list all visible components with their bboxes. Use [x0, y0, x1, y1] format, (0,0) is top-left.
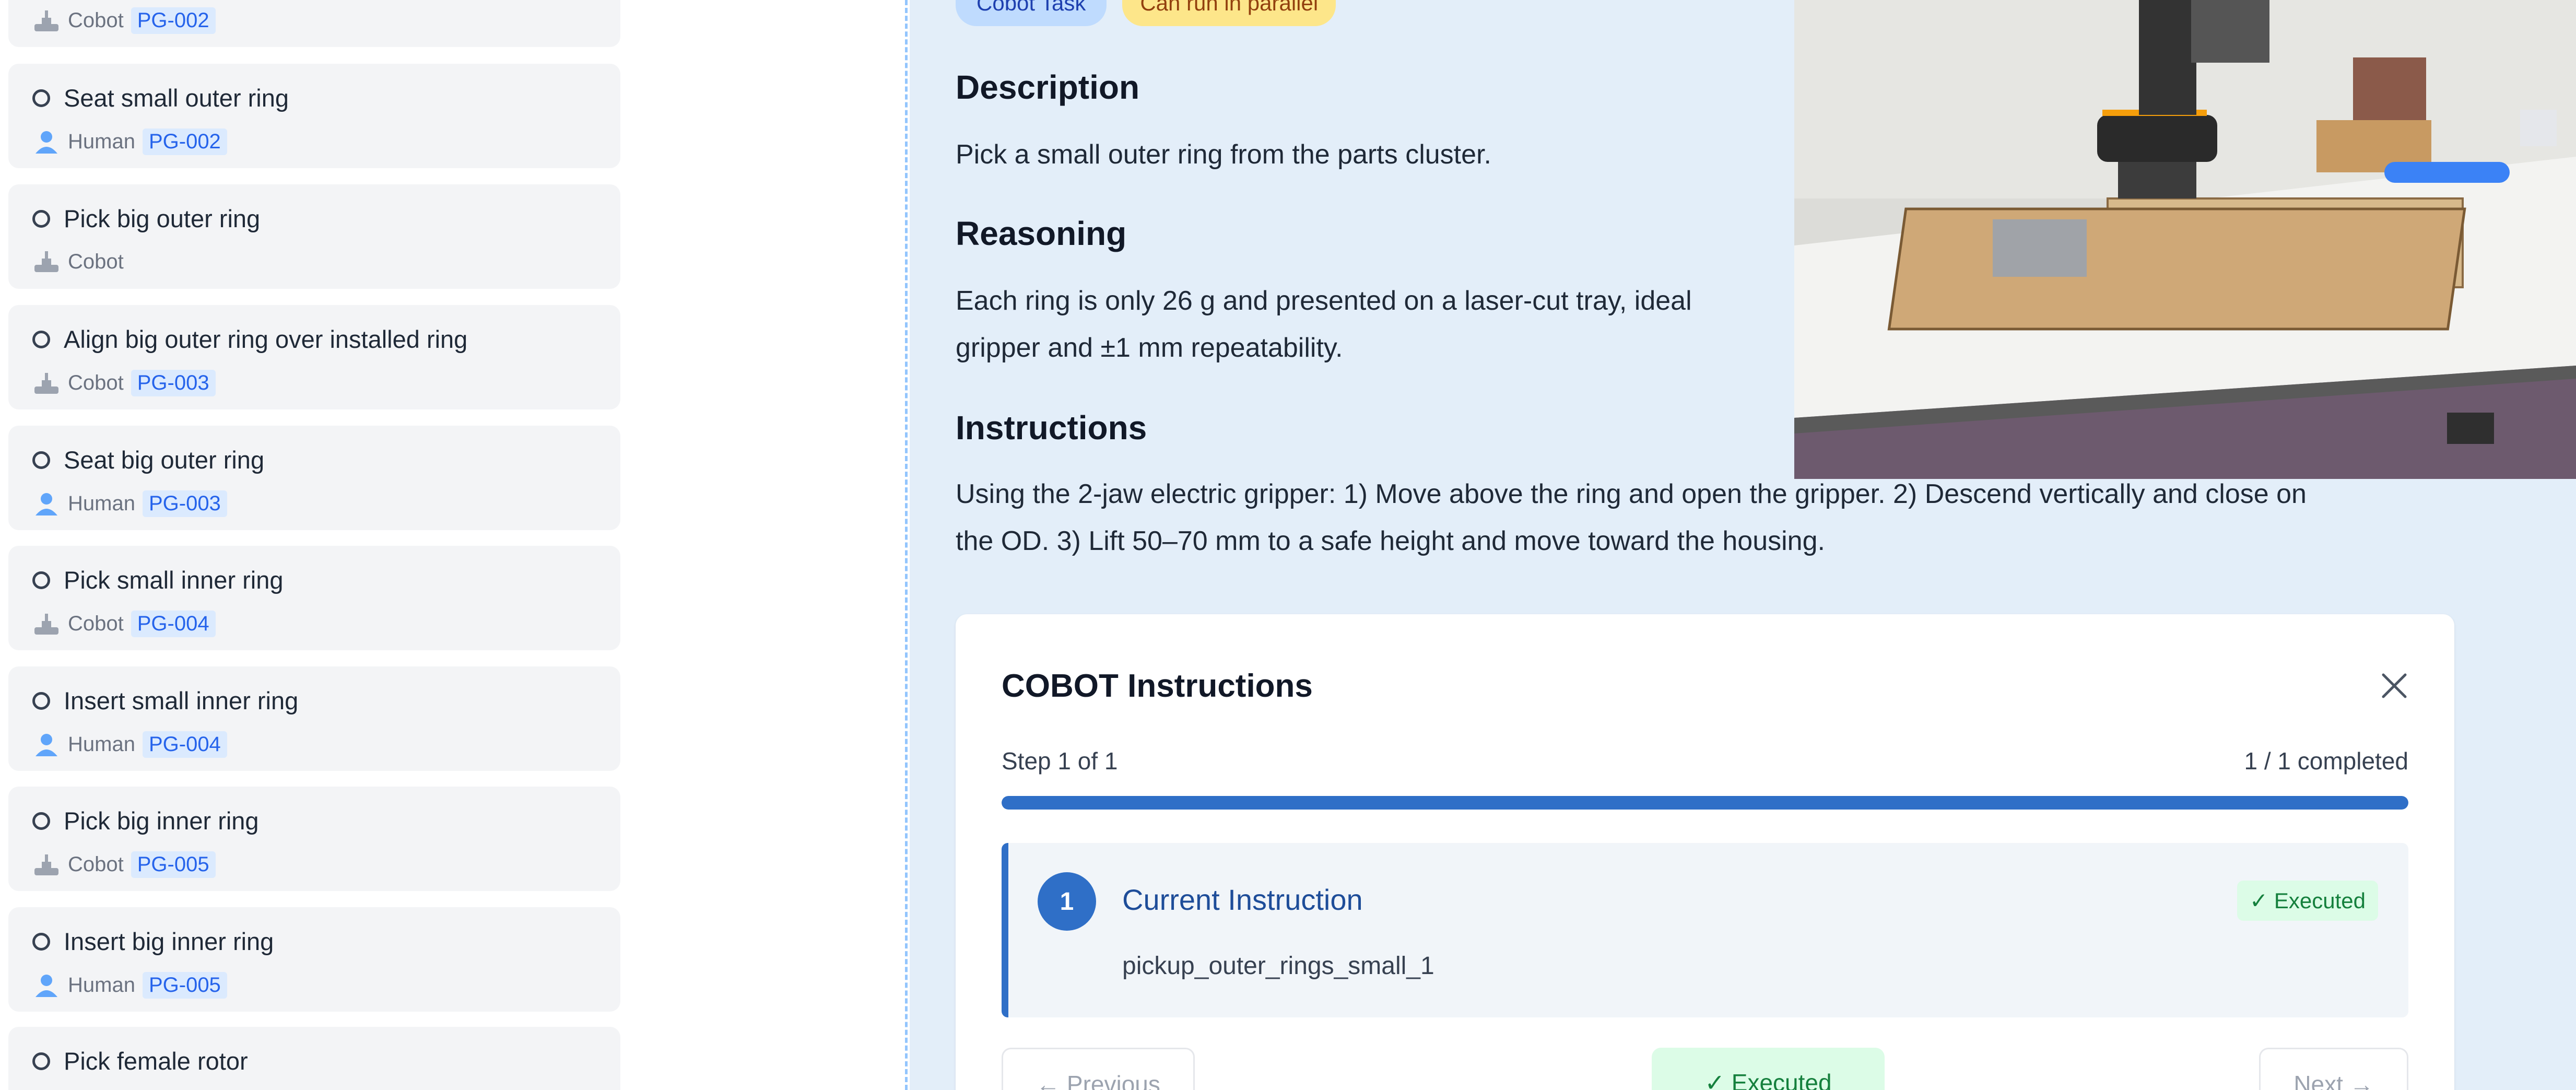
circle-status-icon [32, 451, 50, 469]
task-card[interactable]: Pick big outer ring Cobot [8, 184, 620, 289]
cobot-task-badge: Cobot Task [956, 0, 1107, 26]
executed-button[interactable]: ✓ Executed [1652, 1048, 1885, 1090]
task-role: Human [68, 733, 135, 756]
executed-status-badge: ✓ Executed [2237, 881, 2378, 921]
task-card[interactable]: Seat big outer ring Human PG-003 [8, 426, 620, 530]
task-meta: Cobot PG-002 [32, 7, 216, 34]
task-card[interactable]: Pick small inner ring Cobot PG-004 [8, 546, 620, 650]
cobot-icon [34, 251, 58, 272]
task-card[interactable]: Insert big inner ring Human PG-005 [8, 907, 620, 1012]
task-sidebar: Cobot PG-002 Seat small outer ring Human… [0, 0, 650, 1090]
task-role: Cobot [68, 853, 124, 876]
task-title: Seat small outer ring [64, 84, 289, 112]
step-counter: Step 1 of 1 [1002, 747, 1118, 775]
task-card[interactable]: Pick female rotor [8, 1027, 620, 1090]
task-title: Pick female rotor [64, 1047, 248, 1075]
task-card[interactable]: Align big outer ring over installed ring… [8, 305, 620, 409]
parallel-badge: Can run in parallel [1122, 0, 1336, 26]
reasoning-text-line1: Each ring is only 26 g and presented on … [956, 286, 1692, 316]
instructions-text-line2: the OD. 3) Lift 50–70 mm to a safe heigh… [956, 526, 1825, 556]
close-icon[interactable] [2380, 672, 2408, 700]
circle-status-icon [32, 330, 50, 348]
task-card[interactable]: Seat small outer ring Human PG-002 [8, 64, 620, 168]
cobot-icon [34, 10, 58, 31]
task-title: Insert big inner ring [64, 928, 274, 955]
workcell-photo [1794, 0, 2576, 479]
task-card[interactable]: Insert small inner ring Human PG-004 [8, 666, 620, 771]
reasoning-text-line2: gripper and ±1 mm repeatability. [956, 333, 1343, 363]
cobot-icon [34, 372, 58, 394]
current-instruction-label: Current Instruction [1122, 883, 1363, 916]
human-icon [36, 733, 57, 756]
human-icon [36, 131, 57, 154]
circle-status-icon [32, 932, 50, 951]
task-title: Pick big outer ring [64, 205, 261, 232]
task-role: Cobot [68, 371, 124, 394]
task-card[interactable]: Cobot PG-002 [8, 0, 620, 47]
circle-status-icon [32, 89, 50, 107]
pg-badge: PG-003 [142, 490, 227, 517]
instructions-heading: Instructions [956, 409, 1147, 447]
previous-button[interactable]: ← Previous [1002, 1048, 1195, 1090]
panel-divider [905, 0, 908, 1090]
task-role: Human [68, 974, 135, 997]
pg-badge: PG-004 [142, 731, 227, 758]
circle-status-icon [32, 812, 50, 830]
circle-status-icon [32, 1052, 50, 1070]
pg-badge: PG-003 [131, 370, 216, 396]
pg-badge: PG-002 [131, 7, 216, 34]
pg-badge: PG-002 [142, 128, 227, 155]
completed-counter: 1 / 1 completed [2244, 747, 2408, 775]
step-number: 1 [1038, 872, 1096, 931]
circle-status-icon [32, 691, 50, 710]
task-role: Cobot [68, 250, 124, 273]
card-title: COBOT Instructions [1002, 668, 1313, 704]
cobot-icon [34, 854, 58, 875]
task-role: Cobot [68, 9, 124, 32]
task-card[interactable]: Pick big inner ring Cobot PG-005 [8, 787, 620, 891]
cobot-icon [34, 613, 58, 635]
reasoning-heading: Reasoning [956, 215, 1127, 252]
instruction-code: pickup_outer_rings_small_1 [1122, 952, 1434, 980]
human-icon [36, 493, 57, 515]
task-detail-panel: Cobot Task Can run in parallel Descripti… [910, 0, 2576, 1090]
progress-bar [1002, 796, 2408, 810]
current-instruction: 1 Current Instruction ✓ Executed pickup_… [1002, 843, 2408, 1017]
description-heading: Description [956, 68, 1140, 106]
pg-badge: PG-005 [131, 851, 216, 878]
task-role: Human [68, 130, 135, 153]
task-role: Cobot [68, 612, 124, 635]
pg-badge: PG-004 [131, 611, 216, 637]
cobot-instructions-card: COBOT Instructions Step 1 of 1 1 / 1 com… [956, 614, 2454, 1090]
circle-status-icon [32, 209, 50, 228]
task-title: Align big outer ring over installed ring [64, 325, 468, 353]
pg-badge: PG-005 [142, 972, 227, 999]
progress-fill [1002, 796, 2408, 810]
next-button[interactable]: Next → [2259, 1048, 2408, 1090]
task-title: Insert small inner ring [64, 687, 299, 714]
task-title: Pick small inner ring [64, 566, 284, 594]
task-badges: Cobot Task Can run in parallel [956, 0, 1336, 26]
task-role: Human [68, 492, 135, 515]
task-title: Pick big inner ring [64, 807, 259, 835]
description-text: Pick a small outer ring from the parts c… [956, 139, 1491, 170]
human-icon [36, 974, 57, 997]
circle-status-icon [32, 571, 50, 589]
task-title: Seat big outer ring [64, 446, 265, 474]
